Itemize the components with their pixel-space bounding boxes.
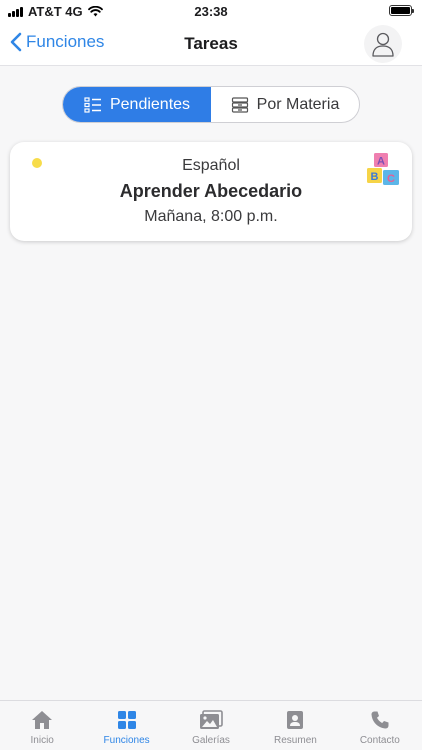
- svg-text:A: A: [377, 156, 385, 168]
- task-title: Aprender Abecedario: [119, 181, 303, 201]
- tab-resumen[interactable]: Resumen: [253, 701, 337, 750]
- home-icon: [32, 711, 53, 729]
- battery-icon: [389, 5, 414, 16]
- segment-por-materia[interactable]: Por Materia: [211, 87, 359, 122]
- tab-inicio-label: Inicio: [30, 735, 54, 746]
- phone-icon: [371, 711, 389, 729]
- task-subject: Español: [182, 157, 240, 174]
- tab-funciones[interactable]: Funciones: [84, 701, 168, 750]
- status-bar: AT&T 4G 23:38: [0, 0, 422, 22]
- abc-blocks-icon: A B C: [367, 153, 399, 185]
- grid-icon: [117, 711, 136, 729]
- tab-galerias[interactable]: Galerías: [169, 701, 253, 750]
- tab-resumen-label: Resumen: [274, 735, 317, 746]
- navigation-bar: Funciones Tareas: [0, 22, 422, 66]
- svg-text:B: B: [371, 171, 379, 183]
- checklist-icon: [84, 96, 101, 113]
- user-avatar-icon: [372, 32, 394, 57]
- view-segmented-control: Pendientes Por Materia: [62, 86, 360, 123]
- task-due-date: Mañana, 8:00 p.m.: [144, 208, 278, 225]
- page-title: Tareas: [184, 34, 238, 53]
- status-time: 23:38: [194, 4, 228, 19]
- tab-galerias-label: Galerías: [192, 735, 230, 746]
- profile-card-icon: [287, 711, 304, 729]
- segment-por-materia-label: Por Materia: [256, 95, 340, 113]
- archive-box-icon: [231, 96, 248, 113]
- segment-pendientes[interactable]: Pendientes: [63, 87, 211, 122]
- tab-funciones-label: Funciones: [103, 735, 150, 746]
- tab-contacto-label: Contacto: [359, 735, 400, 746]
- tab-contacto[interactable]: Contacto: [338, 701, 422, 750]
- segment-pendientes-label: Pendientes: [109, 95, 191, 113]
- tab-inicio[interactable]: Inicio: [0, 701, 84, 750]
- task-card[interactable]: Español Aprender Abecedario Mañana, 8:00…: [10, 142, 412, 241]
- battery-fill: [391, 7, 410, 14]
- profile-button[interactable]: [364, 25, 402, 63]
- gallery-icon: [200, 710, 223, 729]
- tab-bar: Inicio Funciones Galerías Resumen Contac…: [0, 700, 422, 750]
- svg-text:C: C: [387, 173, 395, 185]
